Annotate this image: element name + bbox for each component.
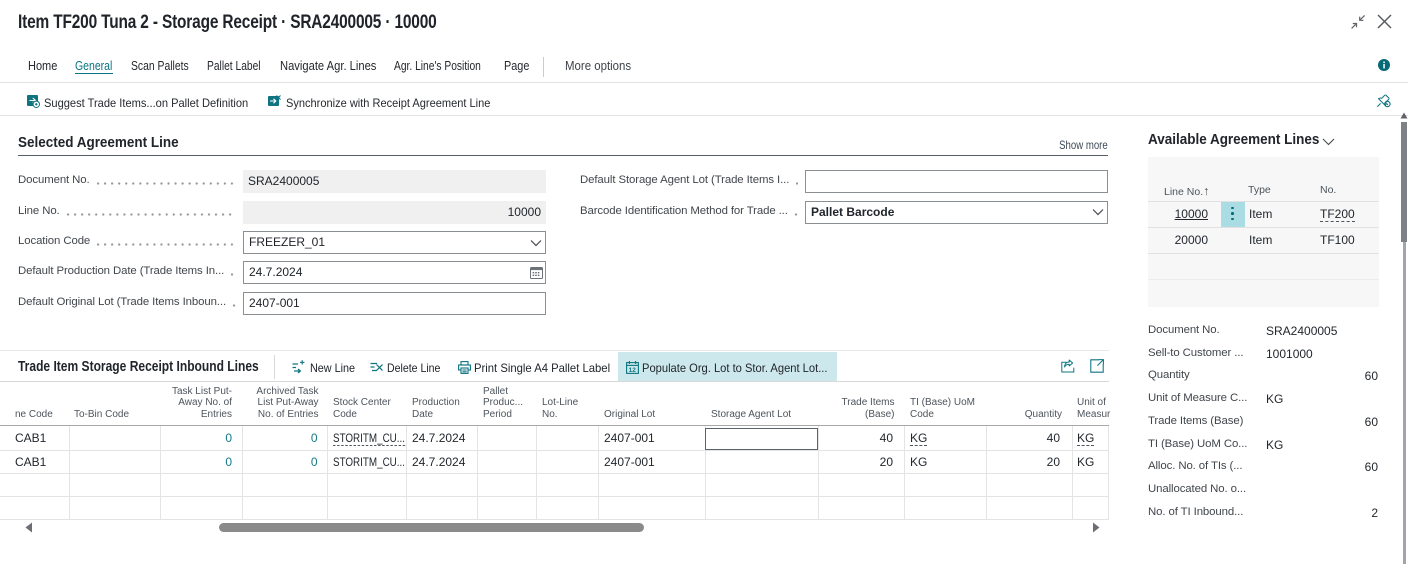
svg-text:12: 12 [629,367,637,374]
